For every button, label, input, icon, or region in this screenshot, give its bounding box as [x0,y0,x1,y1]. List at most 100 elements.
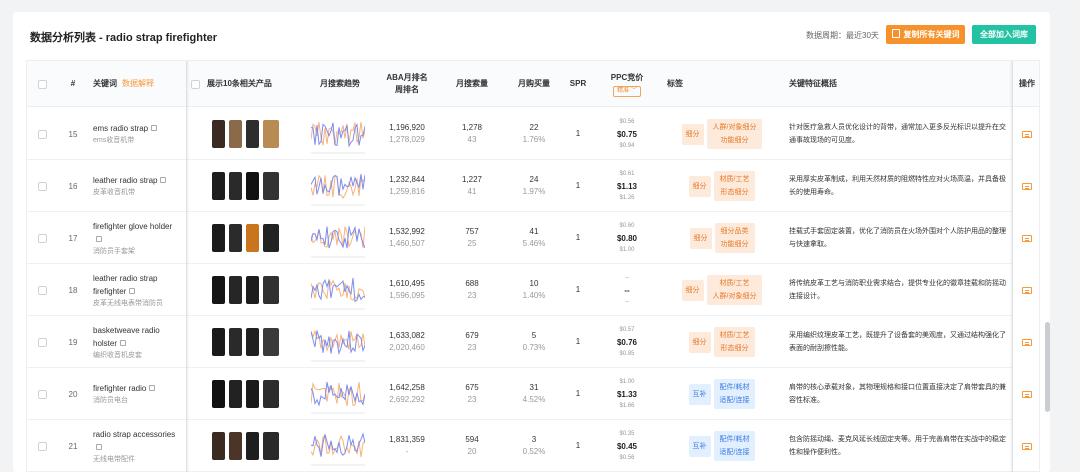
table-row[interactable]: 21 radio strap accessories 无线电带配件 1,831,… [27,420,1032,472]
tags-cell: 细分 材质/工艺 人群/对象细分 [667,264,777,316]
product-thumbnail[interactable] [245,380,259,408]
details-icon[interactable] [1022,442,1032,450]
details-icon[interactable] [1022,130,1032,138]
table-row[interactable]: 17 firefighter glove holder 消防员手套架 1,532… [27,212,1032,264]
product-thumbnail[interactable] [262,328,279,356]
product-thumbnail[interactable] [262,172,279,200]
product-thumbnail[interactable] [211,224,225,252]
ppc-mode-select[interactable]: 精准 ﹀ [612,85,642,97]
tag-attribute: 材质/工艺 [719,332,750,339]
keyword-explain-link[interactable]: 数据解释 [122,78,154,90]
search-volume-sub: 43 [467,135,477,144]
keyword-text[interactable]: radio strap accessories [93,428,177,454]
keyword-text[interactable]: firefighter glove holder [93,220,177,246]
search-volume-cell: 1,227 41 [447,160,497,212]
keyword-text[interactable]: ems radio strap [93,122,177,135]
product-thumbnail[interactable] [262,432,279,460]
trend-sparkline[interactable] [311,316,371,368]
details-icon[interactable] [1022,182,1032,190]
ppc-high: $0.35 [619,430,635,437]
keyword-text[interactable]: firefighter radio [93,382,177,395]
external-link-icon[interactable] [160,177,167,183]
select-all-checkbox[interactable] [35,61,49,107]
ppc-low: $0.56 [619,454,635,461]
row-checkbox[interactable] [35,316,49,368]
table-row[interactable]: 16 leather radio strap 皮革收音机带 1,232,844 … [27,160,1032,212]
product-thumbnail[interactable] [228,224,242,252]
products-checkbox[interactable] [191,79,200,89]
details-icon[interactable] [1022,338,1032,346]
keyword-translation: 皮革收音机带 [93,189,135,196]
product-thumbnail[interactable] [228,380,242,408]
row-checkbox[interactable] [35,420,49,472]
spr-cell: 1 [566,368,590,420]
product-thumbnail[interactable] [245,276,259,304]
details-icon[interactable] [1022,390,1032,398]
details-icon[interactable] [1022,286,1032,294]
product-thumbnail[interactable] [211,380,225,408]
table-row[interactable]: 19 basketweave radio holster 编织收音机皮套 1,6… [27,316,1032,368]
table-row[interactable]: 20 firefighter radio 消防员电台 1,642,258 2,6… [27,368,1032,420]
product-thumbnail[interactable] [228,276,242,304]
row-checkbox[interactable] [35,212,49,264]
search-volume-sub: 25 [467,239,477,248]
product-thumbnail[interactable] [245,432,259,460]
keyword-text[interactable]: leather radio strap [93,174,177,187]
product-thumbnail[interactable] [228,432,242,460]
external-link-icon[interactable] [96,443,102,450]
row-checkbox[interactable] [35,264,49,316]
product-thumbnail[interactable] [211,276,225,304]
external-link-icon[interactable] [151,125,158,131]
product-thumbnail[interactable] [228,120,242,148]
product-thumbnail[interactable] [211,328,225,356]
aba-rank-cell: 1,642,258 2,692,292 [377,368,437,420]
product-thumbnail[interactable] [228,172,242,200]
product-thumbnail[interactable] [245,120,259,148]
keyword-text[interactable]: leather radio strap firefighter [93,272,177,298]
external-link-icon[interactable] [96,235,102,242]
table-row[interactable]: 15 ems radio strap ems收音机带 1,196,920 1,2… [27,108,1032,160]
external-link-icon[interactable] [149,385,156,391]
product-thumbnail[interactable] [245,328,259,356]
product-thumbnail[interactable] [262,120,279,148]
external-link-icon[interactable] [120,339,127,346]
trend-sparkline[interactable] [311,160,371,212]
trend-sparkline[interactable] [311,420,371,472]
product-thumbnail[interactable] [228,328,242,356]
keyword-translation: 皮革无线电表带消防员 [93,299,163,307]
tag-attributes: 配件/耗材 适配/连接 [713,379,756,409]
search-volume-sub: 20 [467,447,477,456]
external-link-icon[interactable] [129,287,136,294]
keyword-text[interactable]: basketweave radio holster [93,324,177,350]
product-thumbnail[interactable] [211,120,225,148]
product-thumbnail[interactable] [245,172,259,200]
copy-all-keywords-button[interactable]: 复制所有关键词 [886,25,965,44]
trend-sparkline[interactable] [311,212,371,264]
product-thumbnail[interactable] [262,380,279,408]
trend-sparkline[interactable] [311,368,371,420]
search-volume-cell: 757 25 [447,212,497,264]
keyword-cell: radio strap accessories 无线电带配件 [93,420,177,472]
product-thumbnail[interactable] [262,224,279,252]
product-thumbnail[interactable] [245,224,259,252]
product-thumbnail[interactable] [211,432,225,460]
product-thumbnail[interactable] [211,172,225,200]
details-icon[interactable] [1022,234,1032,242]
row-checkbox[interactable] [35,368,49,420]
page-title: 数据分析列表 - radio strap firefighter [30,32,218,44]
product-thumbnail[interactable] [262,276,279,304]
row-checkbox[interactable] [35,160,49,212]
vertical-scrollbar[interactable] [1045,322,1050,412]
add-all-to-library-button[interactable]: 全部加入词库 [972,25,1036,44]
header-aba: ABA月排名 周排名 [386,73,428,94]
purchases-cell: 22 1.76% [509,108,559,160]
row-checkbox[interactable] [35,108,49,160]
keyword-cell: leather radio strap 皮革收音机带 [93,160,177,212]
trend-sparkline[interactable] [311,264,371,316]
search-volume-cell: 675 23 [447,368,497,420]
table-row[interactable]: 18 leather radio strap firefighter 皮革无线电… [27,264,1032,316]
aba-month-rank: 1,642,258 [389,383,425,392]
header-products: 展示10条相关产品 [191,61,301,107]
ops-cell [1015,420,1039,472]
trend-sparkline[interactable] [311,108,371,160]
